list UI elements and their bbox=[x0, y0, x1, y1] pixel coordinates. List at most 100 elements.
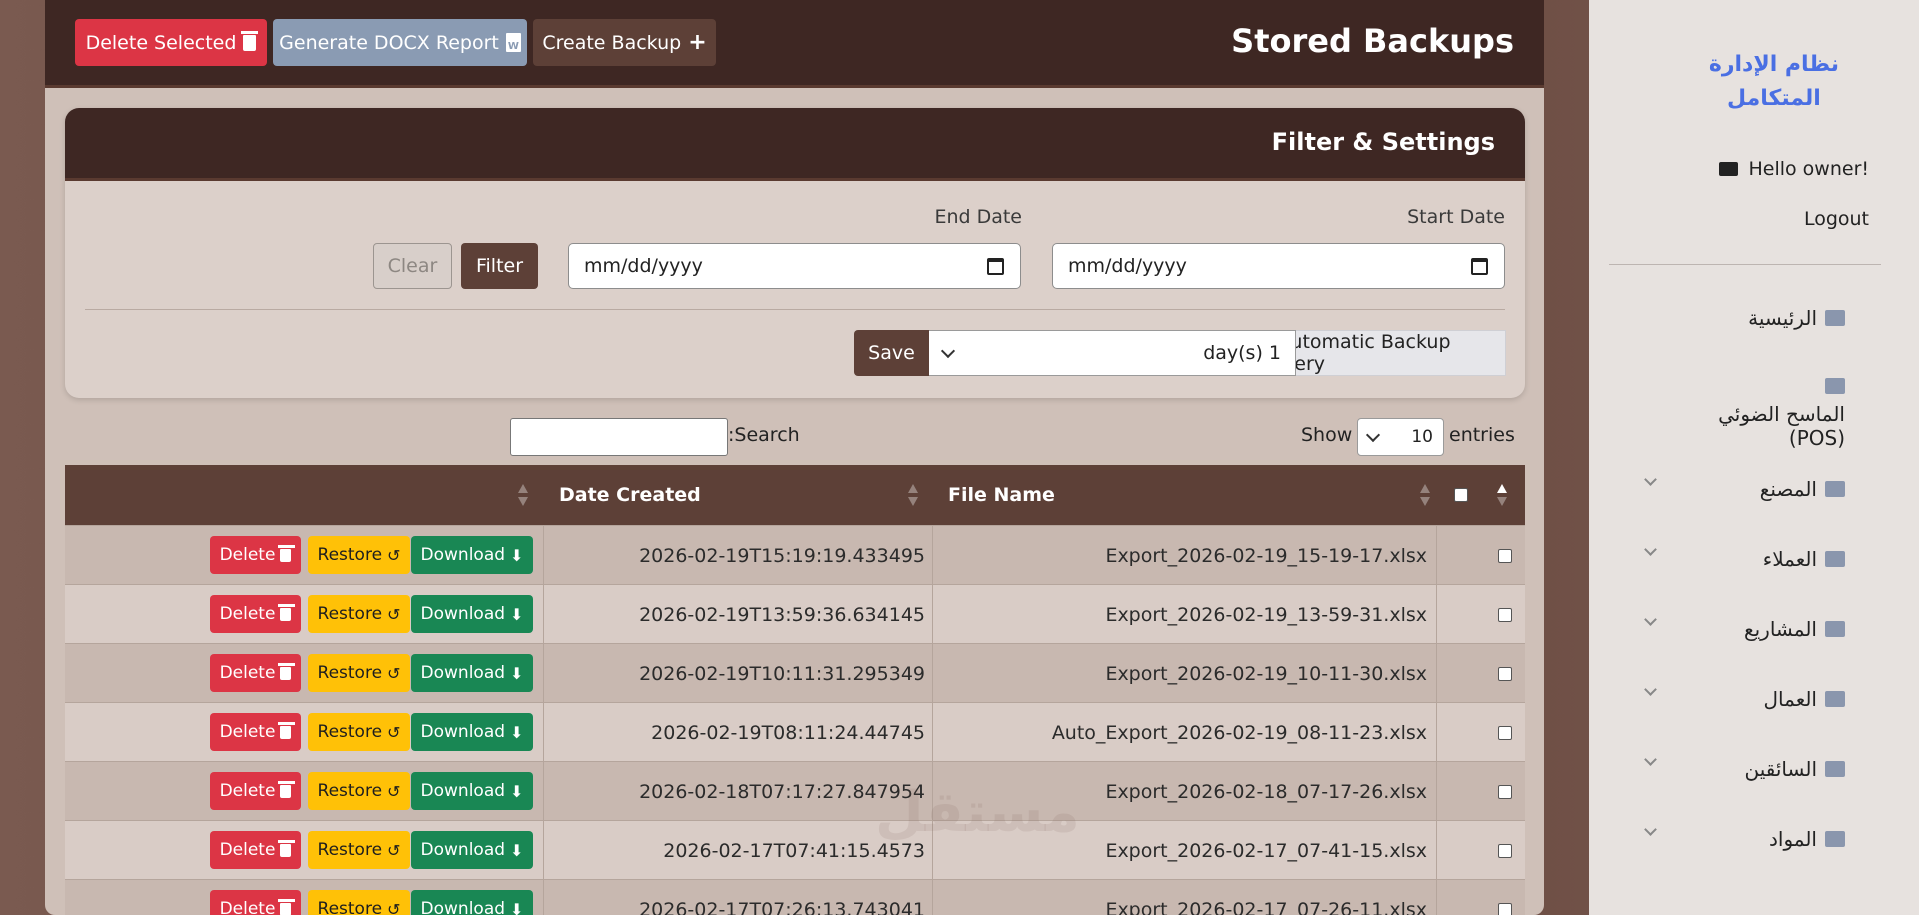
chevron-down-icon[interactable] bbox=[1644, 683, 1657, 696]
chevron-down-icon[interactable] bbox=[1644, 473, 1657, 486]
row-select-cell bbox=[1498, 585, 1512, 644]
sidebar-item-label: المصنع bbox=[1759, 477, 1817, 501]
calendar-icon[interactable] bbox=[1471, 257, 1488, 275]
restore-button[interactable]: Restore ↺ bbox=[308, 890, 410, 915]
delete-selected-button[interactable]: Delete Selected bbox=[75, 19, 267, 66]
brand-title[interactable]: نظام الإدارة المتكامل bbox=[1709, 48, 1839, 116]
file-name-header[interactable]: File Name bbox=[948, 465, 1055, 525]
row-checkbox[interactable] bbox=[1498, 725, 1512, 740]
row-checkbox[interactable] bbox=[1498, 666, 1512, 681]
row-select-cell bbox=[1498, 762, 1512, 821]
sort-icon[interactable] bbox=[1497, 484, 1507, 506]
delete-button[interactable]: Delete bbox=[210, 772, 301, 810]
delete-button[interactable]: Delete bbox=[210, 595, 301, 633]
sort-icon[interactable] bbox=[1420, 484, 1430, 506]
sidebar-item-5[interactable]: العمال bbox=[1764, 687, 1845, 711]
chevron-down-icon[interactable] bbox=[1644, 753, 1657, 766]
download-label: Download bbox=[420, 545, 506, 565]
download-button[interactable]: Download ⬇ bbox=[411, 713, 533, 751]
column-divider bbox=[932, 644, 933, 702]
table-header: File Name Date Created bbox=[65, 465, 1525, 525]
sidebar-item-label: المشاريع bbox=[1743, 617, 1817, 641]
envelope-icon bbox=[1719, 162, 1739, 176]
download-button[interactable]: Download ⬇ bbox=[411, 831, 533, 869]
date-created-cell: 2026-02-17T07:26:13.743041 bbox=[639, 898, 925, 915]
restore-label: Restore bbox=[317, 840, 383, 860]
download-button[interactable]: Download ⬇ bbox=[411, 772, 533, 810]
filter-button-label: Filter bbox=[475, 255, 524, 277]
date-created-header[interactable]: Date Created bbox=[559, 465, 701, 525]
delete-button[interactable]: Delete bbox=[210, 536, 301, 574]
date-created-cell: 2026-02-19T15:19:19.433495 bbox=[639, 544, 925, 567]
sidebar-item-3[interactable]: العملاء bbox=[1763, 547, 1845, 571]
restore-button[interactable]: Restore ↺ bbox=[308, 536, 410, 574]
auto-backup-interval-select[interactable]: day(s) 1 bbox=[928, 330, 1296, 376]
download-button[interactable]: Download ⬇ bbox=[411, 595, 533, 633]
sort-icon[interactable] bbox=[908, 484, 918, 506]
undo-icon: ↺ bbox=[387, 545, 401, 565]
column-divider bbox=[1436, 762, 1437, 820]
sidebar-item-7[interactable]: المواد bbox=[1769, 827, 1845, 851]
chevron-down-icon[interactable] bbox=[1644, 543, 1657, 556]
chevron-down-icon[interactable] bbox=[1644, 823, 1657, 836]
end-date-input[interactable]: mm/dd/yyyy bbox=[568, 243, 1021, 289]
row-checkbox[interactable] bbox=[1498, 607, 1512, 622]
row-checkbox[interactable] bbox=[1498, 784, 1512, 799]
user-greeting: Hello owner! bbox=[1719, 158, 1869, 180]
download-button[interactable]: Download ⬇ bbox=[411, 536, 533, 574]
sidebar-item-6[interactable]: السائقين bbox=[1744, 757, 1845, 781]
delete-button[interactable]: Delete bbox=[210, 713, 301, 751]
download-button[interactable]: Download ⬇ bbox=[411, 890, 533, 915]
select-all-checkbox[interactable] bbox=[1454, 488, 1468, 502]
download-label: Download bbox=[420, 840, 506, 860]
download-icon: ⬇ bbox=[510, 899, 524, 915]
barcode-icon bbox=[1825, 378, 1845, 394]
sidebar-item-0[interactable]: الرئيسية bbox=[1748, 306, 1845, 330]
column-divider bbox=[543, 585, 544, 643]
generate-report-button[interactable]: Generate DOCX Report W bbox=[273, 19, 527, 66]
column-divider bbox=[1436, 644, 1437, 702]
delete-button[interactable]: Delete bbox=[210, 890, 301, 915]
sidebar-item-4[interactable]: المشاريع bbox=[1744, 617, 1845, 641]
delete-label: Delete bbox=[219, 663, 276, 683]
sidebar-item-2[interactable]: المصنع bbox=[1760, 477, 1845, 501]
restore-button[interactable]: Restore ↺ bbox=[308, 595, 410, 633]
delete-button[interactable]: Delete bbox=[210, 654, 301, 692]
row-checkbox[interactable] bbox=[1498, 902, 1512, 915]
row-checkbox[interactable] bbox=[1498, 548, 1512, 563]
download-label: Download bbox=[420, 781, 506, 801]
file-name-cell: Export_2026-02-19_10-11-30.xlsx bbox=[1105, 662, 1427, 685]
chevron-down-icon bbox=[1365, 427, 1381, 443]
entries-select[interactable]: 10 bbox=[1357, 418, 1444, 456]
save-interval-button[interactable]: Save bbox=[854, 330, 929, 376]
filter-button[interactable]: Filter bbox=[461, 243, 538, 289]
trash-icon bbox=[278, 898, 296, 915]
trash-icon bbox=[278, 603, 296, 621]
start-date-input[interactable]: mm/dd/yyyy bbox=[1052, 243, 1505, 289]
delete-button[interactable]: Delete bbox=[210, 831, 301, 869]
table-row: Export_2026-02-17_07-26-11.xlsx 2026-02-1… bbox=[65, 879, 1525, 915]
calendar-icon[interactable] bbox=[987, 257, 1004, 275]
users-icon bbox=[1825, 551, 1845, 567]
search-input[interactable] bbox=[510, 418, 728, 456]
row-checkbox[interactable] bbox=[1498, 843, 1512, 858]
create-backup-button[interactable]: Create Backup + bbox=[533, 19, 716, 66]
clear-button[interactable]: Clear bbox=[373, 243, 452, 289]
logout-link[interactable]: Logout bbox=[1804, 208, 1869, 230]
sort-icon[interactable] bbox=[518, 484, 528, 506]
sidebar-item-1[interactable]: الماسح الضوئي (POS) bbox=[1675, 378, 1845, 450]
chevron-down-icon[interactable] bbox=[1644, 613, 1657, 626]
download-button[interactable]: Download ⬇ bbox=[411, 654, 533, 692]
file-name-cell: Export_2026-02-19_15-19-17.xlsx bbox=[1105, 544, 1427, 567]
box-icon bbox=[1825, 831, 1845, 847]
industry-icon bbox=[1825, 481, 1845, 497]
restore-button[interactable]: Restore ↺ bbox=[308, 713, 410, 751]
download-label: Download bbox=[420, 722, 506, 742]
table-row: Export_2026-02-19_15-19-17.xlsx 2026-02-1… bbox=[65, 525, 1525, 584]
column-divider bbox=[543, 526, 544, 584]
restore-button[interactable]: Restore ↺ bbox=[308, 831, 410, 869]
restore-button[interactable]: Restore ↺ bbox=[308, 654, 410, 692]
show-label: Show bbox=[1301, 424, 1353, 446]
restore-button[interactable]: Restore ↺ bbox=[308, 772, 410, 810]
download-icon: ⬇ bbox=[510, 663, 524, 683]
